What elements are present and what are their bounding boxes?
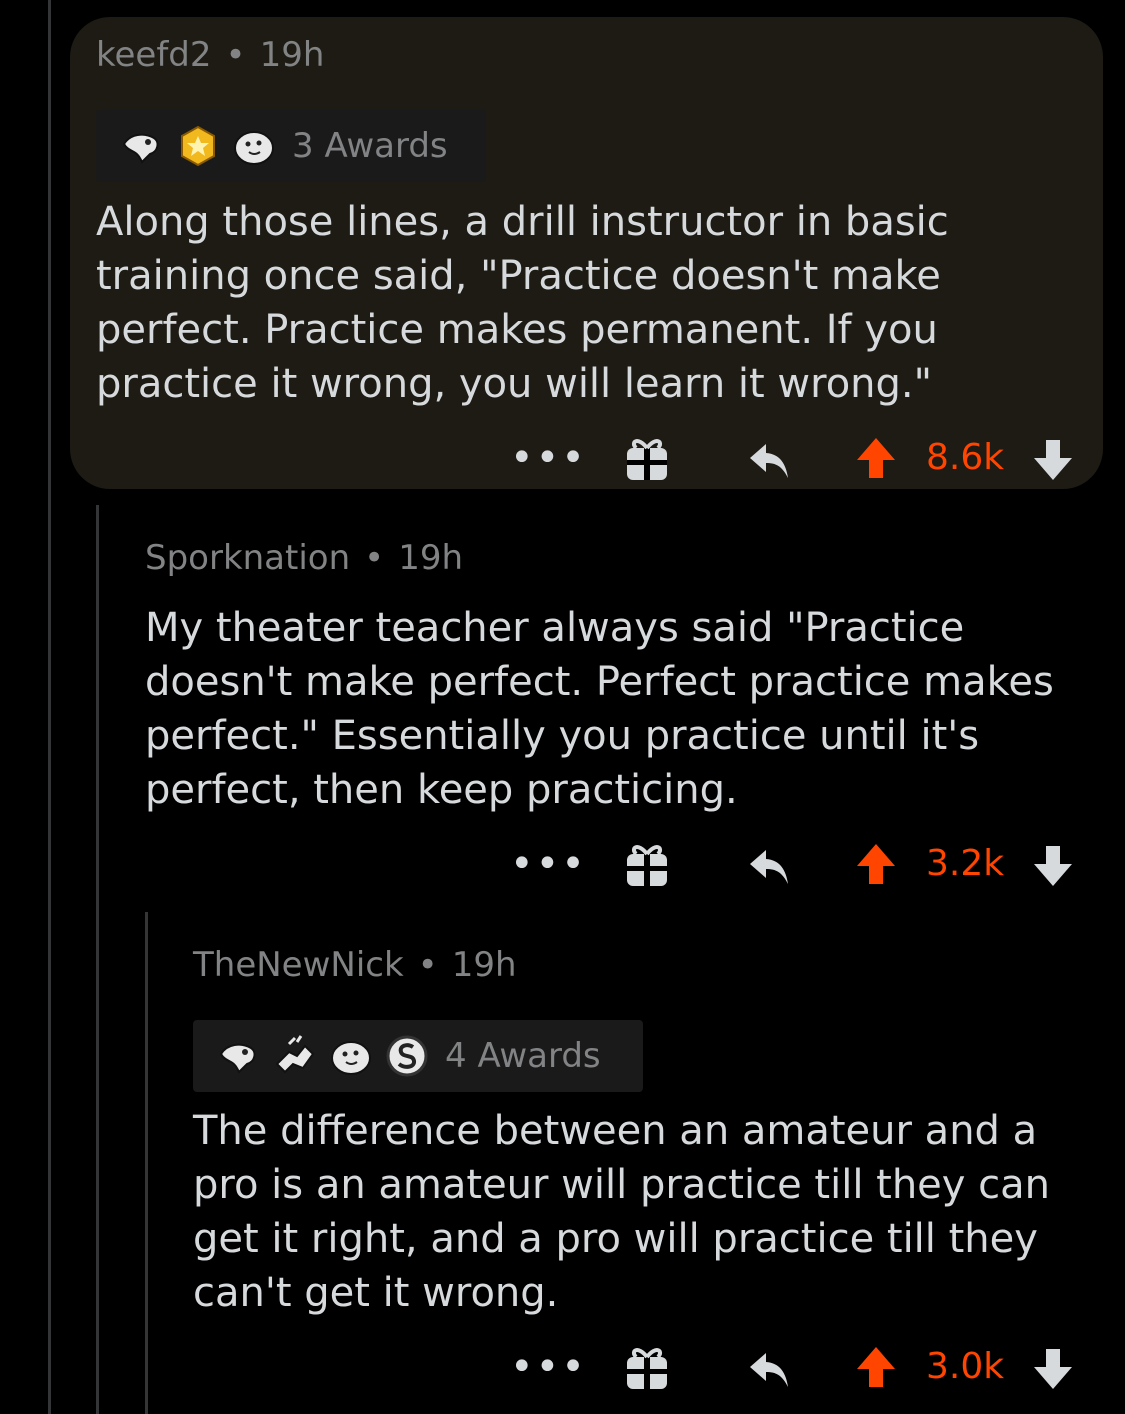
separator: •: [417, 945, 438, 985]
hug-award-icon: [120, 124, 164, 168]
timestamp: 19h: [259, 35, 325, 75]
vote-score: 3.2k: [926, 843, 1005, 884]
seal-award-icon: [232, 124, 276, 168]
upvote-icon[interactable]: [855, 436, 897, 484]
awards-count: 4 Awards: [445, 1036, 601, 1076]
more-options-button[interactable]: •••: [510, 844, 587, 884]
vote-score: 3.0k: [926, 1346, 1005, 1387]
upvote-icon[interactable]: [855, 842, 897, 890]
reply-icon[interactable]: [748, 1347, 792, 1395]
downvote-icon[interactable]: [1032, 844, 1074, 892]
silver-coin-award-icon: [385, 1034, 429, 1078]
username[interactable]: TheNewNick: [193, 945, 404, 985]
comment-actions: ••• 3.0k: [500, 1339, 1080, 1395]
give-award-icon[interactable]: [624, 840, 670, 892]
separator: •: [225, 35, 246, 75]
more-options-button[interactable]: •••: [510, 1347, 587, 1387]
comment-actions: ••• 3.2k: [500, 836, 1080, 892]
separator: •: [364, 538, 385, 578]
reply-icon[interactable]: [748, 844, 792, 892]
awards-bar[interactable]: 3 Awards: [96, 110, 486, 182]
comment-actions: ••• 8.6k: [500, 430, 1080, 486]
timestamp: 19h: [398, 538, 464, 578]
comment-meta: Sporknation • 19h: [145, 538, 463, 578]
awards-bar[interactable]: 4 Awards: [193, 1020, 643, 1092]
username[interactable]: Sporknation: [145, 538, 350, 578]
give-award-icon[interactable]: [624, 434, 670, 486]
reply-icon[interactable]: [748, 438, 792, 486]
handshake-award-icon: [273, 1034, 317, 1078]
timestamp: 19h: [451, 945, 517, 985]
gold-badge-award-icon: [176, 124, 220, 168]
thread-line[interactable]: [96, 505, 99, 1414]
comment-body: My theater teacher always said "Practice…: [145, 605, 1054, 813]
more-options-button[interactable]: •••: [510, 438, 587, 478]
downvote-icon[interactable]: [1032, 438, 1074, 486]
comment-meta: TheNewNick • 19h: [193, 945, 517, 985]
thread-line[interactable]: [145, 912, 148, 1414]
seal-award-icon: [329, 1034, 373, 1078]
vote-score: 8.6k: [926, 437, 1005, 478]
comment-meta: keefd2 • 19h: [96, 35, 324, 75]
hug-award-icon: [217, 1034, 261, 1078]
thread-line[interactable]: [48, 0, 51, 1414]
upvote-icon[interactable]: [855, 1345, 897, 1393]
username[interactable]: keefd2: [96, 35, 212, 75]
comment-body: Along those lines, a drill instructor in…: [96, 199, 949, 407]
give-award-icon[interactable]: [624, 1343, 670, 1395]
downvote-icon[interactable]: [1032, 1347, 1074, 1395]
comment-body: The difference between an amateur and a …: [193, 1108, 1051, 1316]
awards-count: 3 Awards: [292, 126, 448, 166]
